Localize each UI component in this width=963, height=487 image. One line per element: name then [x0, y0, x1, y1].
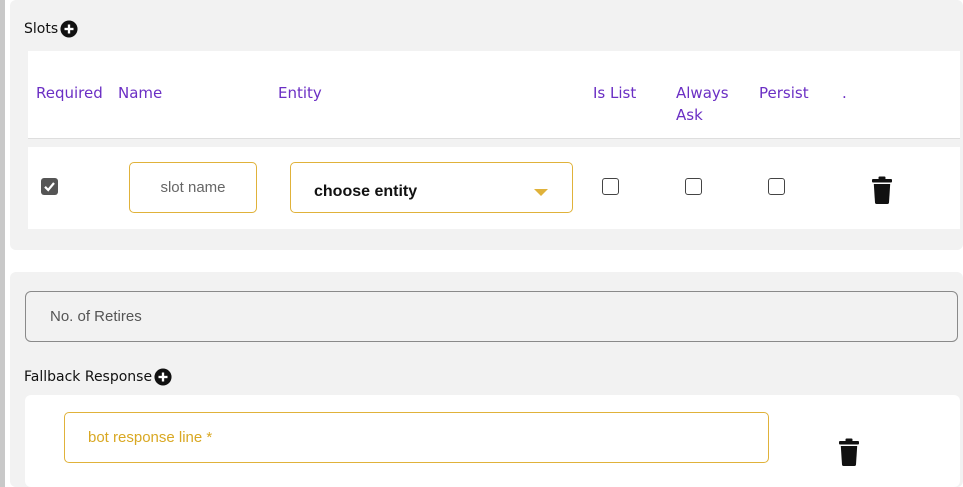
add-fallback-icon[interactable] [154, 368, 172, 386]
persist-checkbox[interactable] [768, 178, 785, 195]
check-icon [44, 182, 55, 192]
add-slot-icon[interactable] [60, 20, 78, 38]
slots-section-title: Slots [24, 20, 78, 38]
column-required: Required [36, 84, 103, 102]
left-rail [0, 0, 5, 487]
required-checkbox[interactable] [41, 178, 58, 195]
entity-select[interactable]: choose entity [290, 162, 573, 213]
fallback-section-title: Fallback Response [24, 368, 172, 386]
column-entity: Entity [278, 84, 322, 102]
caret-down-icon [534, 189, 548, 196]
slot-name-input[interactable]: slot name [129, 162, 257, 213]
always-ask-checkbox[interactable] [685, 178, 702, 195]
retries-input[interactable]: No. of Retires [25, 291, 958, 342]
delete-slot-icon[interactable] [872, 176, 892, 204]
fallback-response-panel: bot response line * [25, 395, 960, 487]
slot-row: slot name choose entity [28, 147, 960, 229]
is-list-checkbox[interactable] [602, 178, 619, 195]
column-is-list: Is List [593, 84, 637, 102]
delete-response-icon[interactable] [839, 438, 859, 466]
fallback-title: Fallback Response [24, 369, 153, 385]
column-actions: . [842, 84, 847, 102]
column-always-ask: Always Ask [676, 84, 729, 124]
slots-table-header: Required Name Entity Is List Always Ask … [28, 51, 960, 139]
column-name: Name [118, 84, 163, 102]
column-persist: Persist [759, 84, 809, 102]
bot-response-input[interactable]: bot response line * [64, 412, 769, 463]
entity-select-value: choose entity [314, 183, 418, 200]
slots-title: Slots [24, 21, 59, 37]
